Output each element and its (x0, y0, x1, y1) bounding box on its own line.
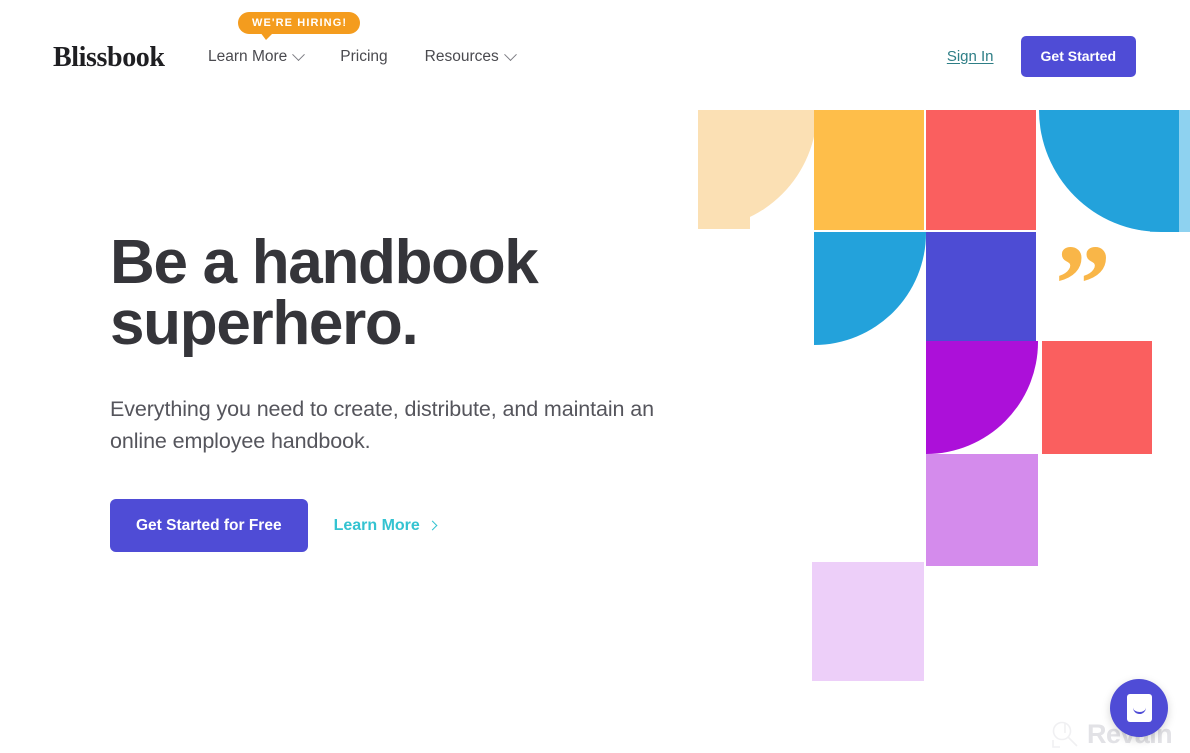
hero-subheading: Everything you need to create, distribut… (110, 397, 654, 453)
hero-actions: Get Started for Free Learn More (110, 499, 730, 552)
red-square-bottom (1042, 341, 1152, 454)
indigo-square (926, 232, 1036, 345)
chat-bubble-icon (1127, 694, 1152, 722)
blue-circle-top (1039, 110, 1179, 232)
revain-logo-icon (1050, 719, 1080, 749)
red-square-top (926, 110, 1036, 230)
peach-notch (698, 210, 750, 229)
hero-section: Be a handbook superhero. Everything you … (110, 232, 730, 552)
nav-item-resources[interactable]: Resources (424, 46, 517, 68)
orange-quote-mark: ” (1055, 223, 1111, 347)
hiring-badge[interactable]: WE'RE HIRING! (238, 12, 361, 40)
intercom-chat-button[interactable] (1110, 679, 1168, 737)
site-header: WE'RE HIRING! Blissbook Learn More Prici… (0, 0, 1190, 100)
learn-more-label: Learn More (333, 516, 420, 534)
primary-nav: Learn More Pricing Resources (208, 46, 517, 68)
header-actions: Sign In Get Started (947, 36, 1136, 77)
magenta-quarter-circle (926, 341, 1038, 454)
get-started-button[interactable]: Get Started (1020, 36, 1136, 77)
orange-square (814, 110, 924, 230)
pale-lavender-square (812, 562, 924, 681)
hero-collage: ” (690, 110, 1190, 681)
blue-quarter-circle (814, 232, 926, 345)
chevron-down-icon (503, 47, 517, 61)
sign-in-link[interactable]: Sign In (947, 47, 994, 67)
nav-item-learn-more[interactable]: Learn More (208, 46, 306, 68)
brand-logo[interactable]: Blissbook (53, 41, 165, 74)
get-started-for-free-button[interactable]: Get Started for Free (110, 499, 308, 552)
light-purple-square (926, 454, 1038, 566)
smile-icon (1133, 707, 1146, 714)
nav-item-label: Learn More (208, 48, 288, 65)
page-title: Be a handbook superhero. (110, 228, 539, 358)
landing-page: ” WE'RE HIRING! Blissbook Learn More Pri… (0, 0, 1190, 753)
nav-item-label: Resources (424, 48, 499, 65)
learn-more-link[interactable]: Learn More (333, 516, 438, 535)
arrow-right-icon (427, 520, 438, 531)
nav-item-pricing[interactable]: Pricing (340, 46, 387, 68)
nav-item-label: Pricing (340, 48, 388, 65)
chevron-down-icon (292, 47, 306, 61)
